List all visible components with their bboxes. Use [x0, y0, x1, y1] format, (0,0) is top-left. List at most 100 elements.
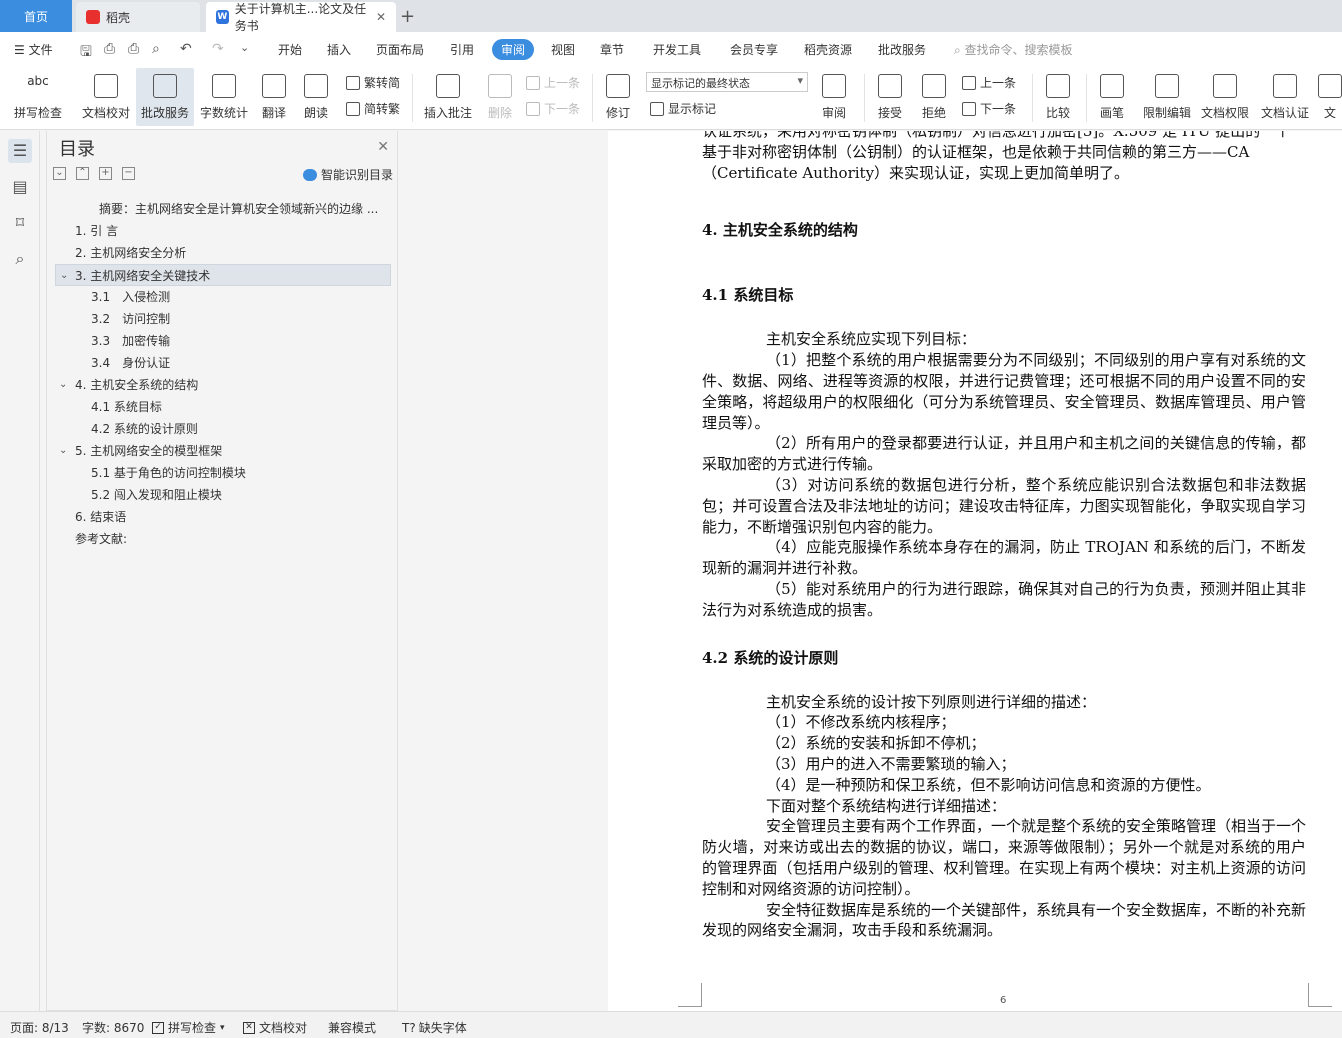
toc-item[interactable]: 参考文献: — [55, 528, 391, 550]
missing-font-status[interactable]: T? 缺失字体 — [402, 1019, 467, 1036]
markup-mode-select[interactable]: 显示标记的最终状态 — [646, 72, 808, 92]
document-body[interactable]: 认证系统，采用对称密钥体制（私钥制）对信息进行加密[3]。X.509 是 ITU… — [702, 131, 1306, 941]
trad-to-simp-button[interactable]: 繁转简 — [346, 74, 400, 91]
menu-view[interactable]: 视图 — [551, 41, 575, 58]
heading: 4.1 系统目标 — [702, 286, 794, 305]
accept-button[interactable]: 接受 — [870, 68, 910, 126]
proofread-status[interactable]: ✕ 文档校对 — [243, 1019, 307, 1036]
menu-correction[interactable]: 批改服务 — [878, 41, 926, 58]
toc-item[interactable]: 摘要：主机网络安全是计算机安全领域新兴的边缘 ... — [55, 198, 391, 220]
toc-item[interactable]: ⌄ 5. 主机网络安全的模型框架 — [55, 440, 391, 462]
collapse-all-icon[interactable]: ⌄ — [53, 167, 66, 180]
spell-check-button[interactable]: abc 拼写检查 — [6, 68, 70, 126]
toc-pane-icon[interactable]: ☰ — [8, 139, 32, 163]
compare-button[interactable]: 比较 — [1038, 68, 1078, 126]
show-markup-button[interactable]: 显示标记 — [650, 100, 716, 117]
menu-member[interactable]: 会员专享 — [730, 41, 778, 58]
translate-button[interactable]: 翻译 — [254, 68, 294, 126]
show-markup-icon — [650, 101, 664, 116]
toc-item[interactable]: ⌄ 3. 主机网络安全关键技术 — [55, 264, 391, 286]
chapter-nav-icon[interactable]: ▤ — [10, 177, 30, 197]
ink-pen-button[interactable]: 画笔 — [1092, 68, 1132, 126]
track-changes-button[interactable]: 修订 — [598, 68, 638, 126]
toc-item[interactable]: 4.2 系统的设计原则 — [55, 418, 391, 440]
paragraph: （Certificate Authority）来实现认证，实现上更加简单明了。 — [702, 163, 1130, 182]
menu-insert[interactable]: 插入 — [327, 41, 351, 58]
print-icon[interactable]: ⎙ — [128, 41, 139, 57]
undo-icon[interactable]: ↶ — [180, 41, 192, 57]
reject-button[interactable]: 拒绝 — [914, 68, 954, 126]
spell-check-status[interactable]: ✓ 拼写检查 ▾ — [152, 1019, 225, 1036]
smart-toc-button[interactable]: 智能识别目录 — [302, 166, 393, 183]
smart-toc-icon — [302, 168, 317, 181]
tab-daoke[interactable]: 稻壳 — [76, 2, 200, 32]
more-button[interactable]: 文 — [1318, 68, 1342, 126]
prev-comment-button[interactable]: 上一条 — [526, 74, 580, 91]
chevron-down-icon[interactable]: ▾ — [220, 1023, 225, 1033]
toc-item[interactable]: 1. 引 言 — [55, 220, 391, 242]
toc-item[interactable]: 3.4 身份认证 — [55, 352, 391, 374]
quick-access-dropdown-icon[interactable]: ⌄ — [240, 41, 249, 54]
menu-daoke-resources[interactable]: 稻壳资源 — [804, 41, 852, 58]
chevron-down-icon[interactable]: ⌄ — [60, 265, 68, 285]
menu-bar: ☰ 文件 🖫 ⎙ ⎙ ⌕ ↶ ↷ ⌄ 开始 插入 页面布局 引用 审阅 视图 章… — [0, 32, 1342, 66]
bookmark-icon[interactable]: ⌑ — [10, 213, 30, 233]
permission-icon — [1213, 74, 1237, 98]
delete-comment-button[interactable]: 删除 — [480, 68, 520, 126]
word-count-button[interactable]: 字数统计 — [198, 68, 250, 126]
print-preview-icon[interactable]: ⌕ — [152, 41, 160, 57]
tab-document[interactable]: W 关于计算机主...论文及任务书 ✕ — [206, 2, 396, 33]
menu-review[interactable]: 审阅 — [492, 39, 535, 60]
next-comment-button[interactable]: 下一条 — [526, 100, 580, 117]
nav-sidebar: ☰ ▤ ⌑ ⌕ — [0, 131, 40, 1011]
toc-item-label: 3.4 身份认证 — [91, 356, 171, 370]
add-tab-button[interactable]: + — [400, 6, 415, 27]
toc-item[interactable]: 4.1 系统目标 — [55, 396, 391, 418]
page-indicator[interactable]: 页面: 8/13 — [10, 1019, 69, 1036]
doc-certification-button[interactable]: 文档认证 — [1256, 68, 1314, 126]
toc-item[interactable]: ⌄ 4. 主机安全系统的结构 — [55, 374, 391, 396]
paragraph: （3）对访问系统的数据包进行分析，整个系统应能识别合法数据包和非法数据包；并可设… — [702, 475, 1306, 536]
chevron-down-icon[interactable]: ⌄ — [59, 440, 67, 462]
read-aloud-button[interactable]: 朗读 — [298, 68, 334, 126]
search-icon[interactable]: ⌕ — [10, 249, 30, 269]
tab-home[interactable]: 首页 — [0, 0, 72, 32]
file-menu[interactable]: ☰ 文件 — [14, 41, 53, 58]
remove-heading-icon[interactable]: − — [122, 167, 135, 180]
chevron-down-icon[interactable]: ⌄ — [59, 374, 67, 396]
save-icon[interactable]: 🖫 — [80, 41, 92, 65]
insert-comment-button[interactable]: 插入批注 — [420, 68, 476, 126]
paragraph: （2）所有用户的登录都要进行认证，并且用户和主机之间的关键信息的传输，都采取加密… — [702, 434, 1306, 474]
close-icon[interactable]: ✕ — [377, 139, 389, 155]
menu-layout[interactable]: 页面布局 — [376, 41, 424, 58]
toc-item[interactable]: 3.1 入侵检测 — [55, 286, 391, 308]
toc-item[interactable]: 3.3 加密传输 — [55, 330, 391, 352]
proofread-button[interactable]: 文档校对 — [78, 68, 134, 126]
review-pane-button[interactable]: 审阅 — [814, 68, 854, 126]
prev-change-button[interactable]: 上一条 — [962, 74, 1016, 91]
restrict-editing-button[interactable]: 限制编辑 — [1140, 68, 1194, 126]
doc-permission-button[interactable]: 文档权限 — [1198, 68, 1252, 126]
redo-icon[interactable]: ↷ — [212, 41, 224, 57]
correction-service-button[interactable]: 批改服务 — [136, 68, 194, 126]
menu-start[interactable]: 开始 — [278, 41, 302, 58]
simp-to-trad-button[interactable]: 简转繁 — [346, 100, 400, 117]
compat-mode: 兼容模式 — [328, 1021, 377, 1035]
next-change-button[interactable]: 下一条 — [962, 100, 1016, 117]
toc-item[interactable]: 2. 主机网络安全分析 — [55, 242, 391, 264]
menu-chapter[interactable]: 章节 — [600, 41, 624, 58]
close-icon[interactable]: ✕ — [376, 10, 386, 24]
toc-item[interactable]: 5.1 基于角色的访问控制模块 — [55, 462, 391, 484]
word-count[interactable]: 字数: 8670 — [82, 1019, 144, 1036]
expand-all-icon[interactable]: ⌃ — [76, 167, 89, 180]
toc-item[interactable]: 5.2 闯入发现和阻止模块 — [55, 484, 391, 506]
export-pdf-icon[interactable]: ⎙ — [104, 41, 115, 57]
add-heading-icon[interactable]: + — [99, 167, 112, 180]
toc-item[interactable]: 6. 结束语 — [55, 506, 391, 528]
document-page[interactable]: 认证系统，采用对称密钥体制（私钥制）对信息进行加密[3]。X.509 是 ITU… — [608, 131, 1342, 1011]
toc-item[interactable]: 3.2 访问控制 — [55, 308, 391, 330]
command-search[interactable]: ⌕ 查找命令、搜索模板 — [954, 41, 1073, 58]
menu-devtools[interactable]: 开发工具 — [653, 41, 701, 58]
menu-reference[interactable]: 引用 — [450, 41, 474, 58]
paragraph: （1）把整个系统的用户根据需要分为不同级别；不同级别的用户享有对系统的文件、数据… — [702, 351, 1306, 432]
